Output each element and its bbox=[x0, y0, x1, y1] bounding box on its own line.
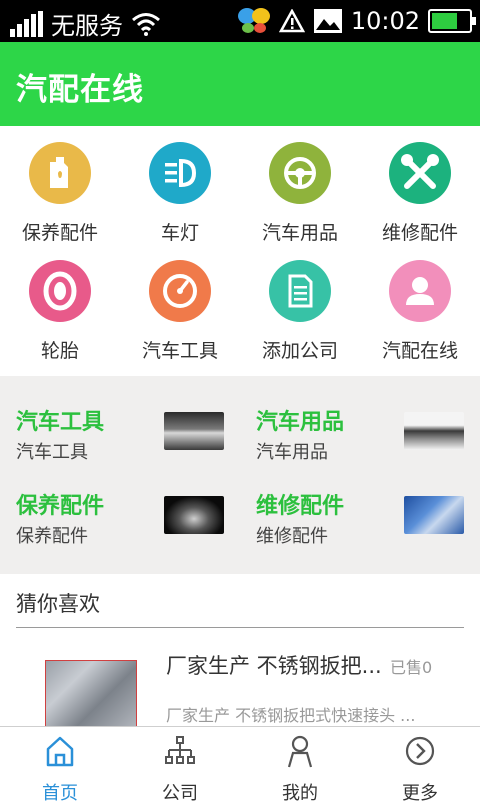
gauge-icon bbox=[163, 274, 197, 308]
category-icon-bg bbox=[269, 260, 331, 322]
promo-thumbnail bbox=[404, 496, 464, 534]
home-icon bbox=[46, 736, 74, 767]
tab-label: 公司 bbox=[162, 783, 198, 804]
tab-mine[interactable]: 我的 bbox=[240, 727, 360, 804]
section-title: 猜你喜欢 bbox=[16, 592, 100, 616]
category-item[interactable]: 汽车工具 bbox=[120, 244, 240, 364]
more-icon bbox=[405, 736, 435, 766]
status-time: 10:02 bbox=[350, 7, 420, 35]
tab-label: 首页 bbox=[42, 783, 78, 804]
warning-icon bbox=[278, 9, 305, 33]
carrier-text: 无服务 bbox=[51, 12, 123, 40]
category-label: 汽车用品 bbox=[261, 222, 338, 244]
category-label: 车灯 bbox=[160, 222, 199, 244]
tab-more[interactable]: 更多 bbox=[360, 727, 480, 804]
tab-home[interactable]: 首页 bbox=[0, 727, 120, 804]
category-item[interactable]: 维修配件 bbox=[360, 126, 480, 246]
category-icon-bg bbox=[149, 142, 211, 204]
promo-subtitle: 维修配件 bbox=[256, 526, 328, 547]
wrench-cross-icon bbox=[401, 154, 439, 189]
promo-item[interactable]: 维修配件 维修配件 bbox=[240, 460, 480, 547]
category-label: 维修配件 bbox=[381, 222, 458, 244]
category-item[interactable]: 添加公司 bbox=[240, 244, 360, 364]
product-description: 厂家生产 不锈钢扳把式快速接头 ... bbox=[166, 706, 416, 725]
status-bar: 无服务 10:02 bbox=[0, 0, 480, 42]
headlight-icon bbox=[165, 158, 197, 188]
category-icon-bg bbox=[269, 142, 331, 204]
divider bbox=[16, 627, 464, 628]
user-icon bbox=[287, 735, 313, 768]
category-item[interactable]: 车灯 bbox=[120, 126, 240, 246]
category-item[interactable]: 轮胎 bbox=[0, 244, 120, 364]
category-label: 轮胎 bbox=[40, 340, 79, 362]
product-sold-count: 已售0 bbox=[390, 658, 433, 677]
category-label: 汽配在线 bbox=[381, 340, 458, 362]
image-notification-icon bbox=[313, 9, 342, 33]
bottom-tab-bar: 首页 公司 我的 更多 bbox=[0, 726, 480, 804]
product-image bbox=[45, 660, 137, 732]
promo-title: 维修配件 bbox=[256, 494, 345, 519]
document-icon bbox=[288, 274, 313, 308]
tire-icon bbox=[43, 271, 77, 311]
category-icon-bg bbox=[29, 142, 91, 204]
app-bar: 汽配在线 bbox=[0, 42, 480, 126]
category-icon-bg bbox=[149, 260, 211, 322]
tab-company[interactable]: 公司 bbox=[120, 727, 240, 804]
butterfly-icon bbox=[237, 8, 270, 33]
promo-item[interactable]: 汽车工具 汽车工具 bbox=[0, 376, 240, 463]
category-icon-bg bbox=[389, 260, 451, 322]
person-icon bbox=[406, 277, 434, 305]
product-title: 厂家生产 不锈钢扳把... bbox=[166, 654, 382, 678]
category-label: 添加公司 bbox=[261, 340, 338, 362]
promo-thumbnail bbox=[164, 496, 224, 534]
category-item[interactable]: 保养配件 bbox=[0, 126, 120, 246]
steering-wheel-icon bbox=[284, 157, 316, 189]
wifi-icon bbox=[132, 12, 160, 36]
battery-icon bbox=[428, 9, 476, 33]
category-label: 保养配件 bbox=[21, 222, 98, 244]
promo-title: 汽车用品 bbox=[256, 410, 345, 435]
promo-subtitle: 保养配件 bbox=[16, 526, 88, 547]
category-icon-bg bbox=[29, 260, 91, 322]
promo-item[interactable]: 汽车用品 汽车用品 bbox=[240, 376, 480, 463]
tab-label: 更多 bbox=[402, 783, 438, 804]
promo-title: 保养配件 bbox=[16, 494, 105, 519]
promo-thumbnail bbox=[164, 412, 224, 450]
page-title: 汽配在线 bbox=[16, 72, 144, 108]
category-label: 汽车工具 bbox=[141, 340, 218, 362]
category-icon-bg bbox=[389, 142, 451, 204]
oil-bottle-icon bbox=[50, 157, 68, 188]
category-grid: 保养配件 车灯 汽车用品 维修配件 轮胎 汽车工具 添加公司 汽配在线 bbox=[0, 126, 480, 376]
promo-title: 汽车工具 bbox=[16, 410, 105, 435]
promo-item[interactable]: 保养配件 保养配件 bbox=[0, 460, 240, 547]
tab-label: 我的 bbox=[282, 783, 318, 804]
promo-section: 汽车工具 汽车工具 汽车用品 汽车用品 保养配件 保养配件 维修配件 维修配件 bbox=[0, 376, 480, 574]
org-chart-icon bbox=[165, 736, 195, 764]
category-item[interactable]: 汽配在线 bbox=[360, 244, 480, 364]
promo-thumbnail bbox=[404, 412, 464, 450]
battery-fill bbox=[432, 13, 458, 29]
category-item[interactable]: 汽车用品 bbox=[240, 126, 360, 246]
signal-icon bbox=[10, 10, 43, 37]
